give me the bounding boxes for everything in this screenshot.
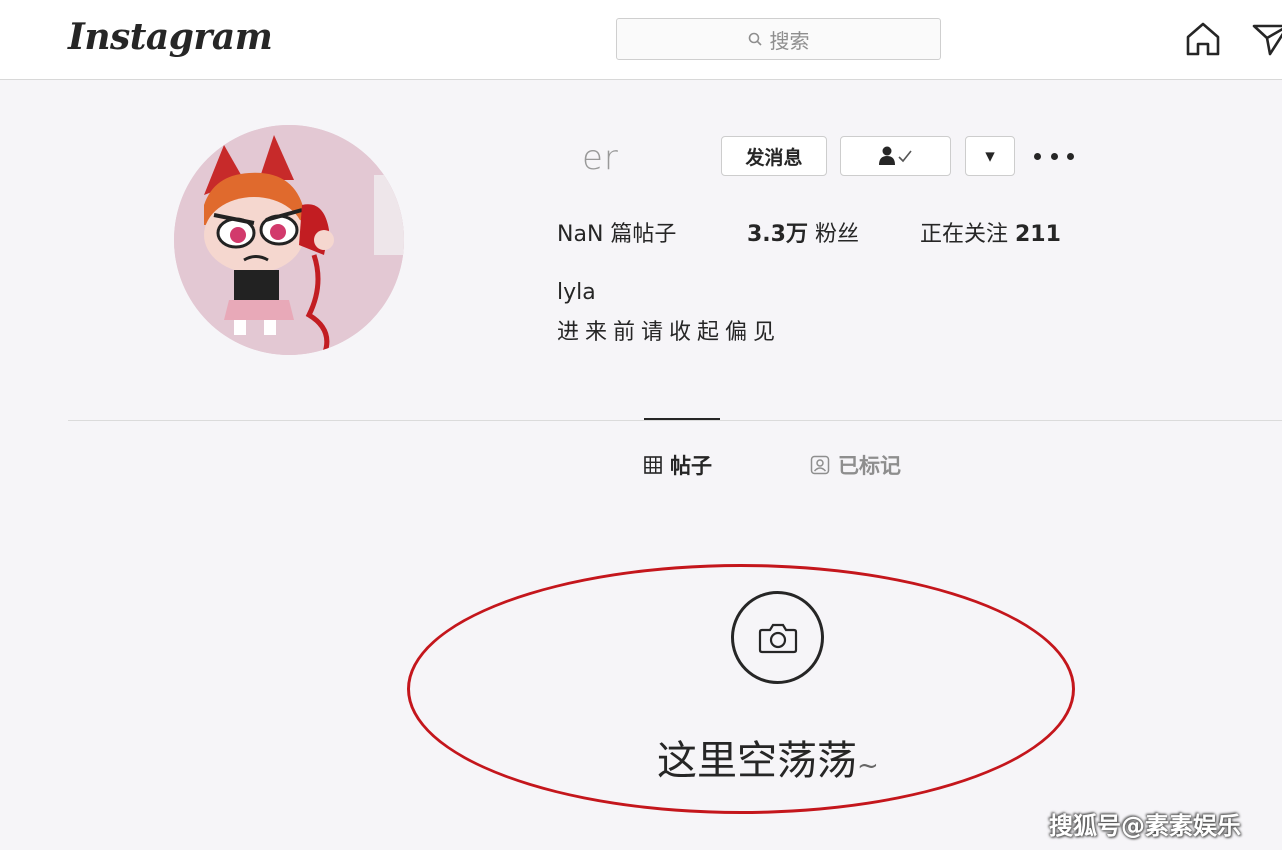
following-count[interactable]: 正在关注 211: [920, 216, 1061, 248]
profile-full-name: lyla: [557, 280, 596, 305]
tagged-icon: [810, 455, 830, 475]
search-placeholder: 搜索: [769, 28, 810, 53]
tab-posts[interactable]: 帖子: [644, 450, 712, 480]
followers-count-label: 粉丝: [807, 222, 859, 247]
followers-count-value: 3.3万: [747, 222, 808, 247]
suggestions-dropdown-button[interactable]: ▾: [965, 136, 1015, 176]
empty-state-main: 这里空荡荡: [657, 738, 857, 784]
follow-check-icon: [878, 146, 912, 165]
posts-count: NaN 篇帖子: [557, 216, 676, 248]
more-dot: [1050, 152, 1058, 160]
watermark: 搜狐号@素素娱乐: [1049, 812, 1241, 840]
camera-glyph: [758, 623, 797, 653]
home-icon[interactable]: [1184, 20, 1222, 58]
instagram-logo[interactable]: Instagram: [68, 16, 273, 58]
posts-count-value: NaN: [557, 222, 604, 247]
empty-state-text: 这里空荡荡~: [657, 728, 879, 786]
empty-state-tilde: ~: [857, 751, 879, 781]
profile-bio: 进来前请收起偏见: [557, 320, 782, 345]
active-tab-indicator: [644, 418, 720, 420]
more-options-icon[interactable]: [1034, 146, 1074, 166]
posts-count-label: 篇帖子: [603, 222, 677, 247]
tab-tagged[interactable]: 已标记: [810, 450, 901, 480]
search-input[interactable]: 搜索: [616, 18, 941, 60]
camera-icon: [731, 591, 824, 684]
followers-count[interactable]: 3.3万 粉丝: [747, 216, 859, 248]
following-count-label: 正在关注: [920, 222, 1015, 247]
tab-tagged-label: 已标记: [838, 454, 901, 478]
profile-avatar[interactable]: [174, 125, 404, 355]
more-dot: [1034, 152, 1041, 160]
direct-icon[interactable]: [1252, 20, 1282, 58]
tabs-divider: [68, 420, 1282, 421]
grid-icon: [644, 456, 662, 474]
profile-username: er: [582, 138, 619, 178]
following-button[interactable]: [840, 136, 951, 176]
tab-posts-label: 帖子: [670, 454, 712, 478]
search-icon: [748, 32, 762, 46]
avatar-image: [174, 125, 404, 355]
following-count-value: 211: [1015, 222, 1061, 247]
more-dot: [1067, 152, 1074, 160]
message-button[interactable]: 发消息: [721, 136, 827, 176]
top-navigation-bar: Instagram 搜索: [0, 0, 1282, 80]
